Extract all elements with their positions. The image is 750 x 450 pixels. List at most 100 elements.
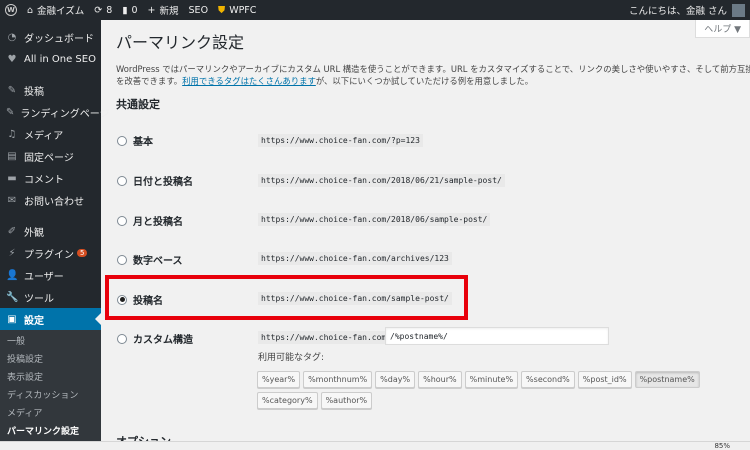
mail-icon: ✉ xyxy=(7,194,17,206)
menu-pages[interactable]: ▤ 固定ページ xyxy=(0,145,101,167)
comments-menu[interactable]: ▮ 0 xyxy=(117,0,142,20)
users-icon: 👤 xyxy=(6,269,19,281)
browser-status-bar: 85% xyxy=(0,441,750,450)
account-menu[interactable]: こんにちは、金融 さん xyxy=(624,0,750,20)
settings-submenu: 一般 投稿設定 表示設定 ディスカッション メディア パーマリンク設定 xyxy=(0,330,101,444)
admin-sidebar: ◔ ダッシュボード ♥ All in One SEO ✎ 投稿 ✎ ランディングページ … xyxy=(0,20,110,450)
custom-structure-input[interactable]: /%postname%/ xyxy=(385,327,609,345)
comment-icon: ▬ xyxy=(7,172,17,184)
wrench-icon: 🔧 xyxy=(6,291,19,303)
permalink-option-numeric[interactable]: 数字ベース xyxy=(117,252,183,267)
option-label: 数字ベース xyxy=(133,256,183,267)
menu-dashboard[interactable]: ◔ ダッシュボード xyxy=(0,26,101,48)
radio-plain[interactable] xyxy=(117,135,127,146)
tag-button-author[interactable]: %author% xyxy=(320,392,373,409)
seo-label: SEO xyxy=(188,4,209,16)
permalink-option-month-name[interactable]: 月と投稿名 xyxy=(117,213,183,228)
radio-day-name[interactable] xyxy=(117,175,127,186)
menu-users[interactable]: 👤 ユーザー xyxy=(0,264,101,286)
submenu-writing[interactable]: 投稿設定 xyxy=(0,351,101,369)
example-url: https://www.choice-fan.com/2018/06/21/sa… xyxy=(258,174,505,187)
permalink-option-plain[interactable]: 基本 xyxy=(117,133,153,148)
pin-icon: ✎ xyxy=(7,84,17,96)
wp-logo-menu[interactable]: W xyxy=(0,0,22,20)
menu-tools[interactable]: 🔧 ツール xyxy=(0,286,101,308)
site-name-menu[interactable]: ⌂ 金融イズム xyxy=(22,0,89,20)
menu-label: 外観 xyxy=(24,227,44,239)
page-icon: ▤ xyxy=(7,150,17,162)
seo-menu[interactable]: SEO xyxy=(184,0,214,20)
tag-button-second[interactable]: %second% xyxy=(521,371,575,388)
menu-label: メディア xyxy=(24,130,64,142)
menu-aioseo[interactable]: ♥ All in One SEO xyxy=(0,48,101,70)
new-content-menu[interactable]: + 新規 xyxy=(143,0,184,20)
menu-label: プラグイン xyxy=(24,249,74,261)
submenu-discussion[interactable]: ディスカッション xyxy=(0,387,101,405)
submenu-general[interactable]: 一般 xyxy=(0,333,101,351)
plus-icon: + xyxy=(147,4,156,16)
available-tags-label: 利用可能なタグ: xyxy=(258,353,325,363)
updates-count: 8 xyxy=(106,4,113,16)
tag-button-postname[interactable]: %postname% xyxy=(634,371,700,388)
option-label: 日付と投稿名 xyxy=(133,177,193,188)
greeting: こんにちは、金融 さん xyxy=(628,6,727,17)
radio-month-name[interactable] xyxy=(117,215,127,226)
radio-numeric[interactable] xyxy=(117,254,127,265)
tag-button-category[interactable]: %category% xyxy=(257,392,318,409)
site-name: 金融イズム xyxy=(37,6,85,17)
wpfc-menu[interactable]: ⛊ WPFC xyxy=(213,0,261,20)
menu-media[interactable]: ♫ メディア xyxy=(0,123,101,145)
settings-icon: ▣ xyxy=(7,313,17,325)
menu-label: ユーザー xyxy=(24,271,64,283)
tag-button-post-id[interactable]: %post_id% xyxy=(577,371,632,388)
help-tab-button[interactable]: ヘルプ ▼ xyxy=(695,20,750,38)
refresh-icon: ⟳ xyxy=(94,4,103,16)
brush-icon: ✐ xyxy=(7,225,17,237)
description-text: を改善できます。 xyxy=(116,76,183,86)
submenu-permalinks[interactable]: パーマリンク設定 xyxy=(0,423,101,441)
menu-label: 設定 xyxy=(24,315,44,327)
plugin-icon: ⚡ xyxy=(8,247,16,259)
home-icon: ⌂ xyxy=(27,4,34,16)
tag-button-monthnum[interactable]: %monthnum% xyxy=(303,371,373,388)
example-url: https://www.choice-fan.com/archives/123 xyxy=(258,252,452,265)
example-url: https://www.choice-fan.com/?p=123 xyxy=(258,134,423,147)
custom-base-url: https://www.choice-fan.com xyxy=(258,331,390,344)
red-highlight-box xyxy=(105,275,468,320)
permalink-option-custom[interactable]: カスタム構造 xyxy=(117,331,193,346)
example-url: https://www.choice-fan.com/2018/06/sampl… xyxy=(258,213,491,226)
page-title: パーマリンク設定 xyxy=(116,33,245,52)
tag-button-day[interactable]: %day% xyxy=(375,371,416,388)
menu-comments[interactable]: ▬ コメント xyxy=(0,167,101,189)
menu-label: 投稿 xyxy=(24,86,44,98)
aioseo-icon: ♥ xyxy=(7,53,17,65)
menu-appearance[interactable]: ✐ 外観 xyxy=(0,220,101,242)
update-badge: 5 xyxy=(77,249,88,257)
menu-landing[interactable]: ✎ ランディングページ xyxy=(0,101,110,123)
menu-contact[interactable]: ✉ お問い合わせ xyxy=(0,189,101,211)
main-content: ヘルプ ▼ パーマリンク設定 WordPress ではパーマリンクやアーカイブに… xyxy=(101,20,750,450)
tag-button-hour[interactable]: %hour% xyxy=(418,371,462,388)
updates-menu[interactable]: ⟳ 8 xyxy=(89,0,117,20)
common-settings-heading: 共通設定 xyxy=(116,98,160,111)
available-tags-list: %year% %monthnum% %day% %hour% %minute% … xyxy=(257,371,717,413)
new-label: 新規 xyxy=(159,6,179,17)
menu-label: ランディングページ xyxy=(20,108,110,120)
page-description: WordPress ではパーマリンクやアーカイブにカスタム URL 構造を使うこ… xyxy=(116,63,750,87)
available-tags-link[interactable]: 利用できるタグはたくさんあります xyxy=(182,76,316,86)
zoom-level: 85% xyxy=(714,442,730,450)
menu-label: All in One SEO xyxy=(24,53,96,65)
option-label: 基本 xyxy=(133,137,153,148)
submenu-reading[interactable]: 表示設定 xyxy=(0,369,101,387)
description-text: が、以下にいくつか試していただける例を用意しました。 xyxy=(315,76,534,86)
description-line-1: WordPress ではパーマリンクやアーカイブにカスタム URL 構造を使うこ… xyxy=(116,64,750,74)
tag-button-minute[interactable]: %minute% xyxy=(464,371,519,388)
submenu-media[interactable]: メディア xyxy=(0,405,101,423)
radio-custom[interactable] xyxy=(117,333,127,344)
wordpress-icon: W xyxy=(5,4,17,16)
menu-posts[interactable]: ✎ 投稿 xyxy=(0,79,101,101)
menu-plugins[interactable]: ⚡ プラグイン 5 xyxy=(0,242,101,264)
tag-button-year[interactable]: %year% xyxy=(257,371,301,388)
menu-settings[interactable]: ▣ 設定 xyxy=(0,308,101,330)
permalink-option-day-name[interactable]: 日付と投稿名 xyxy=(117,173,193,188)
